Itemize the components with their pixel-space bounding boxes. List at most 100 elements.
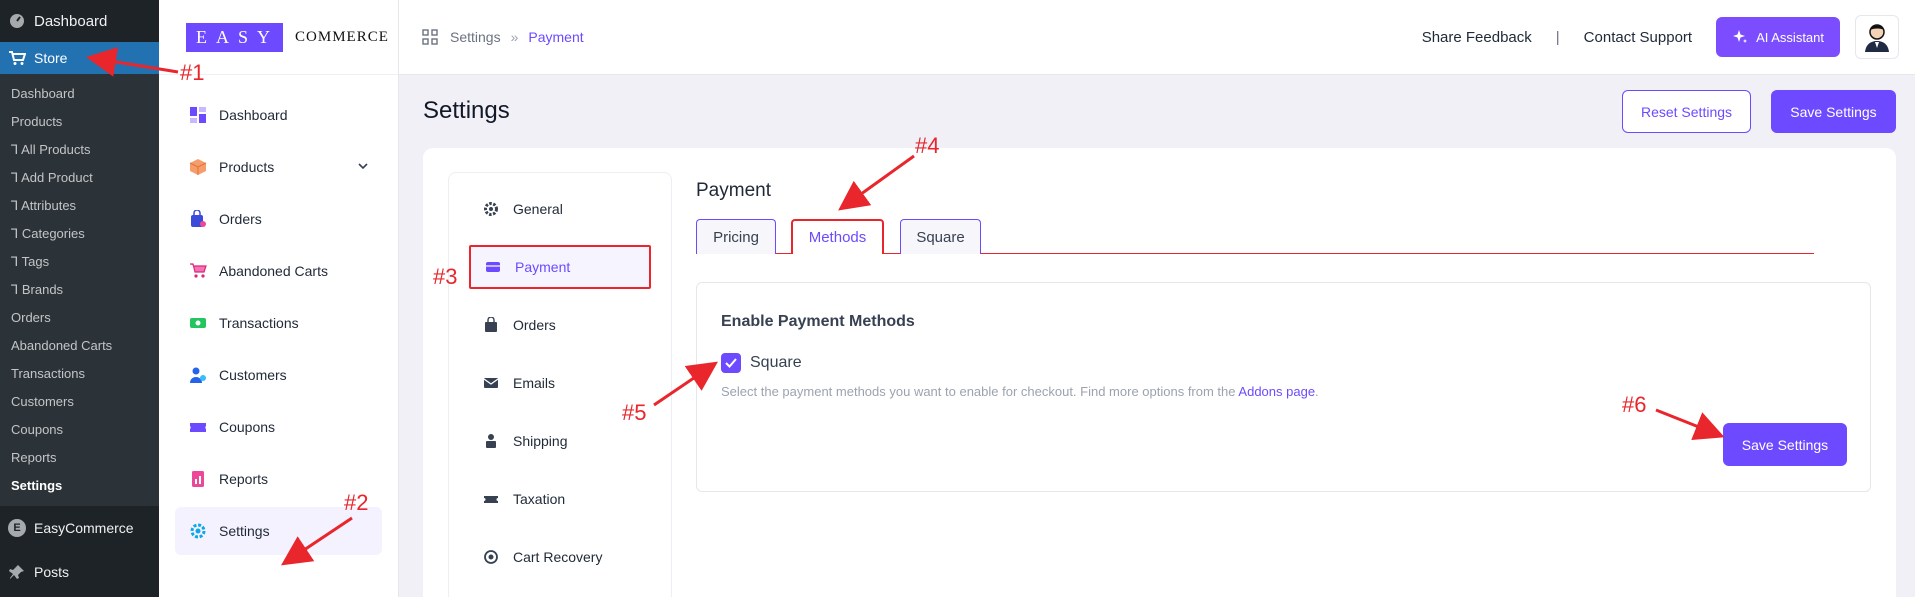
shopping-bag-icon: [485, 317, 497, 332]
plugin-nav-coupons[interactable]: Coupons: [175, 403, 382, 451]
annotation-1: #1: [180, 60, 205, 85]
users-icon: [190, 367, 206, 383]
plugin-nav-orders[interactable]: Orders: [175, 195, 382, 243]
wp-menu-easycommerce[interactable]: E EasyCommerce: [0, 506, 159, 550]
annotation-4: #4: [915, 133, 940, 158]
settings-nav-taxation-label: Taxation: [513, 491, 566, 507]
wp-submenu-add-product[interactable]: Ꞁ Add Product: [0, 164, 159, 192]
plugin-nav-transactions-label: Transactions: [219, 315, 299, 331]
payment-methods-help: Select the payment methods you want to e…: [721, 384, 1319, 399]
reset-settings-button[interactable]: Reset Settings: [1622, 90, 1751, 133]
contact-support-link[interactable]: Contact Support: [1584, 29, 1692, 46]
wp-submenu-categories[interactable]: Ꞁ Categories: [0, 220, 159, 248]
tax-ticket-icon: [484, 496, 498, 503]
tab-square[interactable]: Square: [900, 219, 981, 254]
plugin-nav-settings-label: Settings: [219, 523, 270, 539]
wp-submenu-settings[interactable]: Settings: [0, 472, 159, 500]
save-settings-button[interactable]: Save Settings: [1723, 423, 1847, 466]
gear-icon: [190, 523, 206, 539]
square-checkbox-label[interactable]: Square: [750, 354, 802, 372]
wp-submenu-brands[interactable]: Ꞁ Brands: [0, 276, 159, 304]
settings-nav-orders-label: Orders: [513, 317, 556, 333]
wp-submenu-products[interactable]: Products: [0, 108, 159, 136]
user-avatar-icon: [1865, 24, 1889, 52]
wp-store-submenu: Dashboard Products Ꞁ All Products Ꞁ Add …: [0, 74, 159, 506]
help-text-end: .: [1315, 384, 1319, 399]
gear-icon: [484, 202, 498, 216]
annotation-3: #3: [433, 264, 458, 289]
logo-easy: EASY: [186, 22, 284, 52]
share-feedback-link[interactable]: Share Feedback: [1422, 29, 1532, 46]
addons-page-link[interactable]: Addons page: [1238, 384, 1315, 399]
breadcrumb-settings[interactable]: Settings: [450, 29, 501, 45]
settings-nav-emails[interactable]: Emails: [469, 361, 651, 405]
envelope-icon: [483, 378, 499, 388]
shopping-bag-icon: [191, 210, 206, 227]
easycommerce-badge-icon: E: [8, 519, 26, 537]
dashboard-gauge-icon: [8, 12, 26, 30]
ai-assistant-button[interactable]: AI Assistant: [1716, 17, 1840, 57]
wp-menu-store[interactable]: Store: [0, 42, 159, 74]
payment-tabs: Pricing Methods Square: [696, 219, 1814, 254]
help-text: Select the payment methods you want to e…: [721, 384, 1236, 399]
settings-nav-taxation[interactable]: Taxation: [469, 477, 651, 521]
breadcrumb-separator: »: [510, 29, 519, 45]
wp-submenu-transactions[interactable]: Transactions: [0, 360, 159, 388]
report-document-icon: [192, 471, 204, 487]
plugin-nav-abandoned-carts[interactable]: Abandoned Carts: [175, 247, 382, 295]
settings-nav-shipping-label: Shipping: [513, 433, 568, 449]
payment-methods-panel: Enable Payment Methods Square Select the…: [696, 282, 1871, 492]
tab-pricing[interactable]: Pricing: [696, 219, 776, 254]
settings-nav-cart-recovery[interactable]: Cart Recovery: [469, 535, 651, 579]
wp-submenu-attributes[interactable]: Ꞁ Attributes: [0, 192, 159, 220]
wp-menu-dashboard[interactable]: Dashboard: [0, 0, 159, 42]
settings-nav-payment-label: Payment: [515, 259, 571, 275]
plugin-nav-dashboard-label: Dashboard: [219, 107, 288, 123]
wp-submenu-dashboard[interactable]: Dashboard: [0, 80, 159, 108]
plugin-nav-customers[interactable]: Customers: [175, 351, 382, 399]
wp-menu-posts[interactable]: Posts: [0, 550, 159, 594]
breadcrumb: Settings » Payment: [399, 29, 584, 45]
wp-submenu-customers[interactable]: Customers: [0, 388, 159, 416]
pin-icon: [8, 563, 26, 581]
ai-assistant-label: AI Assistant: [1756, 29, 1824, 45]
chevron-down-icon[interactable]: [356, 159, 370, 173]
annotation-5: #5: [622, 400, 647, 425]
wp-submenu-tags[interactable]: Ꞁ Tags: [0, 248, 159, 276]
save-settings-button-top[interactable]: Save Settings: [1771, 90, 1896, 133]
avatar[interactable]: [1855, 15, 1899, 59]
wp-menu-dashboard-label: Dashboard: [34, 12, 108, 30]
wp-submenu-abandoned-carts[interactable]: Abandoned Carts: [0, 332, 159, 360]
square-checkbox[interactable]: [721, 353, 741, 373]
annotation-6: #6: [1622, 392, 1647, 417]
wp-submenu-all-products[interactable]: Ꞁ All Products: [0, 136, 159, 164]
settings-nav-orders[interactable]: Orders: [469, 303, 651, 347]
wp-submenu-orders[interactable]: Orders: [0, 304, 159, 332]
settings-nav-emails-label: Emails: [513, 375, 556, 391]
wp-menu-posts-label: Posts: [34, 564, 70, 580]
annotation-2: #2: [344, 490, 369, 515]
settings-nav-payment[interactable]: Payment: [469, 245, 651, 289]
dashboard-grid-icon: [190, 107, 206, 123]
box-icon: [189, 159, 207, 175]
settings-nav-general-label: General: [513, 201, 563, 217]
plugin-nav-transactions[interactable]: Transactions: [175, 299, 382, 347]
plugin-nav-dashboard[interactable]: Dashboard: [175, 91, 382, 139]
settings-nav-general[interactable]: General: [469, 187, 651, 231]
wp-submenu-coupons[interactable]: Coupons: [0, 416, 159, 444]
plugin-nav-coupons-label: Coupons: [219, 419, 276, 435]
cart-icon: [8, 49, 26, 67]
wp-submenu-reports[interactable]: Reports: [0, 444, 159, 472]
payment-methods-title: Enable Payment Methods: [721, 313, 915, 330]
plugin-nav-orders-label: Orders: [219, 211, 262, 227]
breadcrumb-current: Payment: [528, 29, 584, 45]
delivery-person-icon: [486, 434, 496, 448]
plugin-nav-customers-label: Customers: [219, 367, 287, 383]
apps-grid-icon: [422, 29, 438, 45]
plugin-nav-reports-label: Reports: [219, 471, 269, 487]
page-title: Settings: [423, 97, 510, 124]
tab-methods[interactable]: Methods: [791, 219, 884, 254]
plugin-nav-products[interactable]: Products: [175, 143, 382, 191]
wp-menu-store-label: Store: [34, 50, 68, 66]
sparkle-icon: [1733, 30, 1748, 43]
